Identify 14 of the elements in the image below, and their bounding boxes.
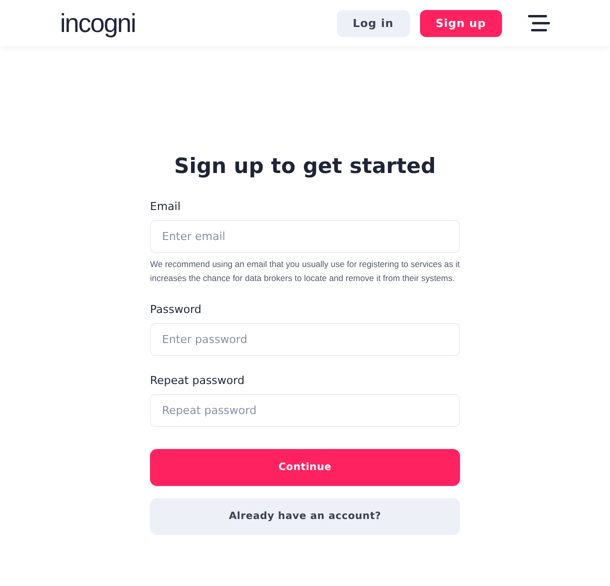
sign-up-button[interactable]: Sign up (420, 10, 502, 36)
login-link-button[interactable]: Already have an account? (150, 498, 460, 535)
input-field[interactable]: Repeat password (150, 394, 460, 427)
field-label: Repeat password (150, 374, 246, 387)
menu-icon[interactable] (528, 14, 550, 32)
input-field[interactable]: Enter password (150, 323, 460, 356)
field-label: Email (150, 200, 182, 213)
logo[interactable]: incogni (60, 8, 136, 38)
log-in-button[interactable]: Log in (336, 10, 410, 36)
field-label: Password (150, 303, 202, 316)
hint-text: We recommend using an email that you usually use for registering to services as it increases the chance for data brokers to locate and remove it from their systems. (150, 258, 460, 285)
input-field[interactable]: Enter email (150, 220, 460, 253)
continue-button[interactable]: Continue (150, 449, 460, 486)
page-title: Sign up to get started (174, 154, 436, 178)
